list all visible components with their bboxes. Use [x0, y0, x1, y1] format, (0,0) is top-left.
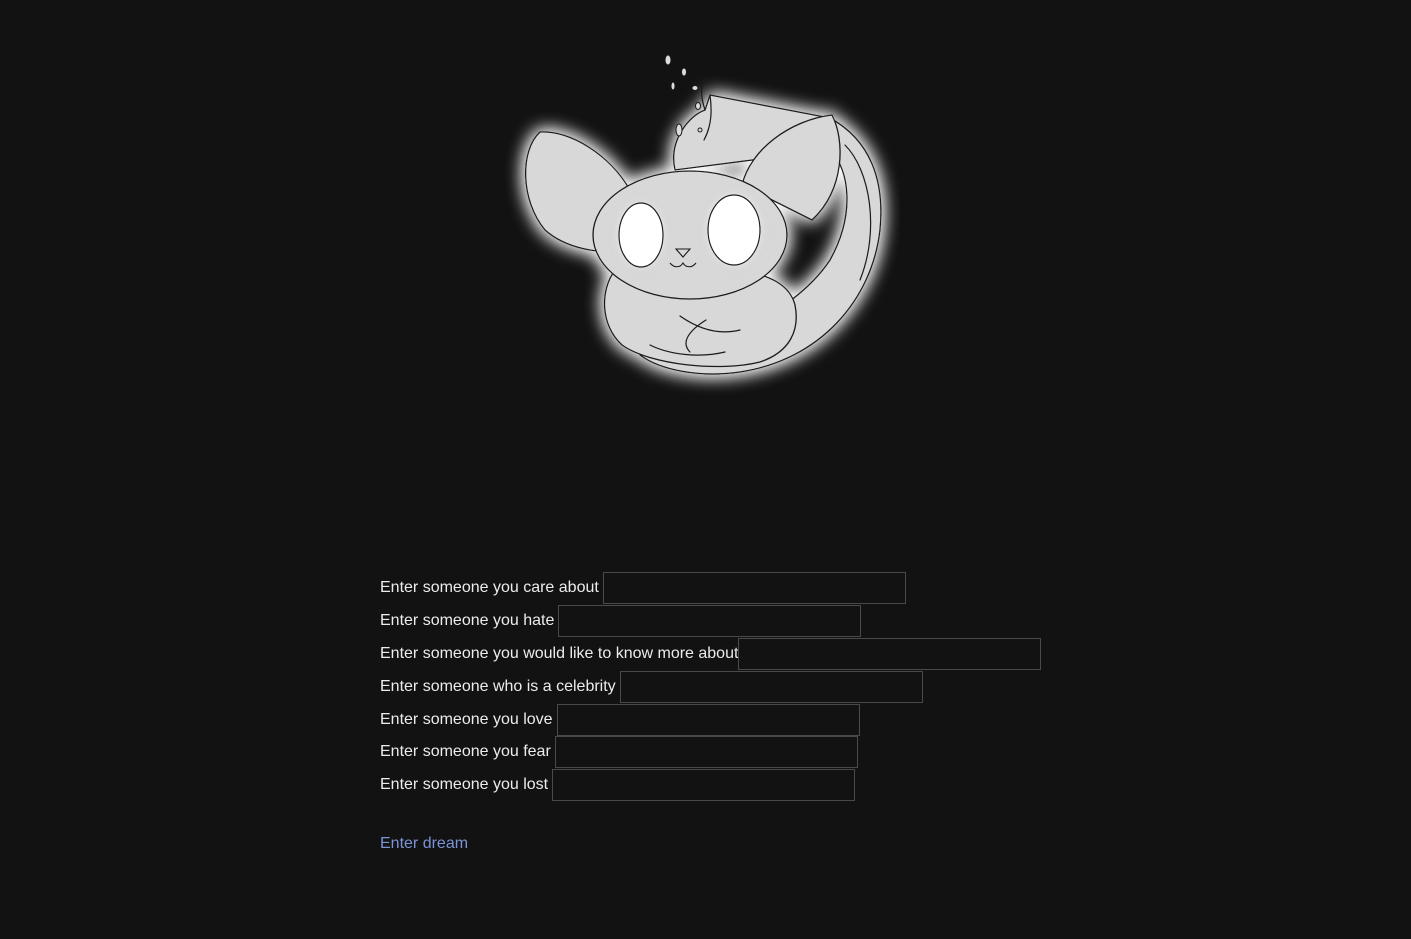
- love-label: Enter someone you love: [380, 710, 553, 728]
- celebrity-label: Enter someone who is a celebrity: [380, 677, 616, 695]
- hate-row: Enter someone you hate: [380, 605, 1041, 638]
- lost-row: Enter someone you lost: [380, 769, 1041, 802]
- hate-label: Enter someone you hate: [380, 612, 555, 630]
- lost-input[interactable]: [552, 769, 856, 802]
- know-more-input[interactable]: [738, 637, 1042, 670]
- fear-input[interactable]: [554, 736, 858, 769]
- hate-input[interactable]: [558, 605, 862, 638]
- care-about-row: Enter someone you care about: [380, 572, 1041, 605]
- care-about-input[interactable]: [602, 572, 906, 605]
- glowing-cat-creature-icon: [524, 54, 882, 375]
- love-row: Enter someone you love: [380, 703, 1041, 736]
- dream-form: Enter someone you care about Enter someo…: [380, 572, 1042, 802]
- know-more-row: Enter someone you would like to know mor…: [380, 637, 1042, 671]
- know-more-label: Enter someone you would like to know mor…: [380, 644, 739, 662]
- celebrity-row: Enter someone who is a celebrity: [380, 670, 1041, 703]
- fear-label: Enter someone you fear: [380, 743, 551, 761]
- celebrity-input[interactable]: [619, 670, 923, 703]
- lost-label: Enter someone you lost: [380, 776, 549, 794]
- love-input[interactable]: [556, 703, 860, 736]
- fear-row: Enter someone you fear: [380, 736, 1041, 769]
- enter-dream-link[interactable]: Enter dream: [380, 835, 468, 853]
- care-about-label: Enter someone you care about: [380, 579, 599, 597]
